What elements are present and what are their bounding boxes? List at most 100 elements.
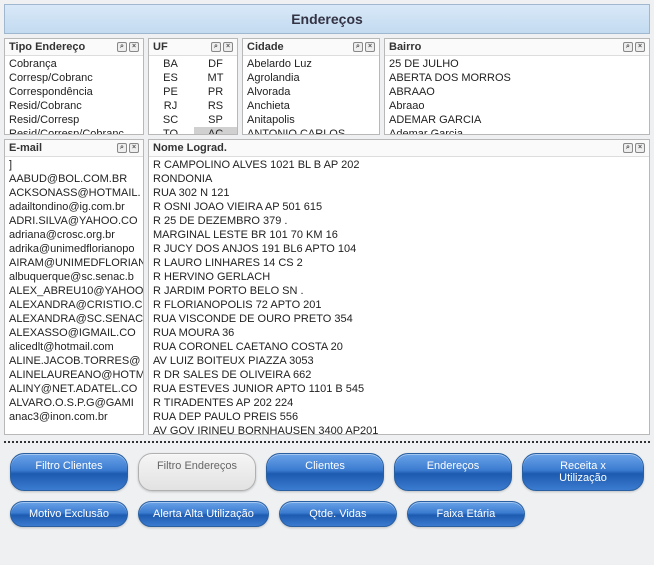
list-item[interactable]: ALEX_ABREU10@YAHOO (5, 284, 143, 298)
search-icon[interactable]: ⌕ (623, 42, 633, 52)
list-item[interactable]: R JARDIM PORTO BELO SN . (149, 284, 649, 298)
list-item[interactable]: alicedlt@hotmail.com (5, 340, 143, 354)
tipo-endereco-panel: Tipo Endereço ⌕ × CobrançaCorresp/Cobran… (4, 38, 144, 135)
list-item[interactable]: RONDONIA (149, 172, 649, 186)
list-item[interactable]: ] (5, 158, 143, 172)
list-item[interactable]: RUA DEP PAULO PREIS 556 (149, 410, 649, 424)
list-item[interactable]: R OSNI JOAO VIEIRA AP 501 615 (149, 200, 649, 214)
bairro-list[interactable]: 25 DE JULHOABERTA DOS MORROSABRAAOAbraao… (385, 56, 649, 134)
list-item[interactable]: Corresp/Cobranc (5, 71, 143, 85)
list-item[interactable]: R TIRADENTES AP 202 224 (149, 396, 649, 410)
search-icon[interactable]: ⌕ (117, 42, 127, 52)
receita-x-utiliza-o-button[interactable]: Receita x Utilização (522, 453, 644, 491)
list-item[interactable]: ES (149, 71, 192, 85)
list-item[interactable]: Cobrança (5, 57, 143, 71)
search-icon[interactable]: ⌕ (117, 143, 127, 153)
list-item[interactable]: ALEXASSO@IGMAIL.CO (5, 326, 143, 340)
list-item[interactable]: ABRAAO (385, 85, 649, 99)
filtro-clientes-button[interactable]: Filtro Clientes (10, 453, 128, 491)
list-item[interactable]: ALEXANDRA@SC.SENAC (5, 312, 143, 326)
email-list[interactable]: ]AABUD@BOL.COM.BRACKSONASS@HOTMAIL.adail… (5, 157, 143, 434)
endere-os-button[interactable]: Endereços (394, 453, 512, 491)
list-item[interactable]: SP (194, 113, 237, 127)
list-item[interactable]: ACKSONASS@HOTMAIL. (5, 186, 143, 200)
list-item[interactable]: R LAURO LINHARES 14 CS 2 (149, 256, 649, 270)
close-icon[interactable]: × (635, 42, 645, 52)
button-row-2: Motivo Exclusão Alerta Alta Utilização Qtd… (10, 501, 644, 527)
list-item[interactable]: BA (149, 57, 192, 71)
list-item[interactable]: adailtondino@ig.com.br (5, 200, 143, 214)
search-icon[interactable]: ⌕ (623, 143, 633, 153)
motivo-exclus-o-button[interactable]: Motivo Exclusão (10, 501, 128, 527)
filtro-endere-os-button[interactable]: Filtro Endereços (138, 453, 256, 491)
list-item[interactable]: ANTONIO CARLOS (243, 127, 379, 134)
list-item[interactable]: SC (149, 113, 192, 127)
list-item[interactable]: ALINY@NET.ADATEL.CO (5, 382, 143, 396)
list-item[interactable]: DF (194, 57, 237, 71)
list-item[interactable]: albuquerque@sc.senac.b (5, 270, 143, 284)
uf-list[interactable]: BAESPERJSCTOALAP DFMTPRRSSPACAMCE (149, 56, 237, 134)
list-item[interactable]: Alvorada (243, 85, 379, 99)
list-item[interactable]: R 25 DE DEZEMBRO 379 . (149, 214, 649, 228)
close-icon[interactable]: × (635, 143, 645, 153)
list-item[interactable]: R HERVINO GERLACH (149, 270, 649, 284)
alerta-alta-utiliza-o-button[interactable]: Alerta Alta Utilização (138, 501, 269, 527)
close-icon[interactable]: × (365, 42, 375, 52)
list-item[interactable]: Agrolandia (243, 71, 379, 85)
list-item[interactable]: Abraao (385, 99, 649, 113)
faixa-et-ria-button[interactable]: Faixa Etária (407, 501, 525, 527)
list-item[interactable]: Anitapolis (243, 113, 379, 127)
panel-controls: ⌕ × (353, 42, 375, 52)
logradouro-list[interactable]: R CAMPOLINO ALVES 1021 BL B AP 202RONDON… (149, 157, 649, 434)
tipo-endereco-list[interactable]: CobrançaCorresp/CobrancCorrespondênciaRe… (5, 56, 143, 134)
list-item[interactable]: adriana@crosc.org.br (5, 228, 143, 242)
list-item[interactable]: MT (194, 71, 237, 85)
list-item[interactable]: R DR SALES DE OLIVEIRA 662 (149, 368, 649, 382)
list-item[interactable]: anac3@inon.com.br (5, 410, 143, 424)
list-item[interactable]: RUA 302 N 121 (149, 186, 649, 200)
list-item[interactable]: AV LUIZ BOITEUX PIAZZA 3053 (149, 354, 649, 368)
list-item[interactable]: ALINELAUREANO@HOTM (5, 368, 143, 382)
list-item[interactable]: RJ (149, 99, 192, 113)
clientes-button[interactable]: Clientes (266, 453, 384, 491)
list-item[interactable]: RUA VISCONDE DE OURO PRETO 354 (149, 312, 649, 326)
list-item[interactable]: Correspondência (5, 85, 143, 99)
list-item[interactable]: PR (194, 85, 237, 99)
list-item[interactable]: RUA ESTEVES JUNIOR APTO 1101 B 545 (149, 382, 649, 396)
list-item[interactable]: ALEXANDRA@CRISTIO.C (5, 298, 143, 312)
list-item[interactable]: AC (194, 127, 237, 134)
list-item[interactable]: ABERTA DOS MORROS (385, 71, 649, 85)
close-icon[interactable]: × (129, 143, 139, 153)
qtde-vidas-button[interactable]: Qtde. Vidas (279, 501, 397, 527)
close-icon[interactable]: × (129, 42, 139, 52)
cidade-list[interactable]: Abelardo LuzAgrolandiaAlvoradaAnchietaAn… (243, 56, 379, 134)
list-item[interactable]: AIRAM@UNIMEDFLORIAN (5, 256, 143, 270)
list-item[interactable]: Anchieta (243, 99, 379, 113)
list-item[interactable]: 25 DE JULHO (385, 57, 649, 71)
list-item[interactable]: Resid/Corresp (5, 113, 143, 127)
list-item[interactable]: ALVARO.O.S.P.G@GAMI (5, 396, 143, 410)
list-item[interactable]: AABUD@BOL.COM.BR (5, 172, 143, 186)
list-item[interactable]: ADEMAR GARCIA (385, 113, 649, 127)
list-item[interactable]: PE (149, 85, 192, 99)
list-item[interactable]: R CAMPOLINO ALVES 1021 BL B AP 202 (149, 158, 649, 172)
list-item[interactable]: ALINE.JACOB.TORRES@ (5, 354, 143, 368)
search-icon[interactable]: ⌕ (211, 42, 221, 52)
list-item[interactable]: RUA CORONEL CAETANO COSTA 20 (149, 340, 649, 354)
list-item[interactable]: Ademar Garcia (385, 127, 649, 134)
list-item[interactable]: ADRI.SILVA@YAHOO.CO (5, 214, 143, 228)
list-item[interactable]: Abelardo Luz (243, 57, 379, 71)
list-item[interactable]: Resid/Corresp/Cobranc (5, 127, 143, 134)
list-item[interactable]: AV GOV IRINEU BORNHAUSEN 3400 AP201 (149, 424, 649, 434)
list-item[interactable]: Resid/Cobranc (5, 99, 143, 113)
list-item[interactable]: R FLORIANOPOLIS 72 APTO 201 (149, 298, 649, 312)
list-item[interactable]: TO (149, 127, 192, 134)
close-icon[interactable]: × (223, 42, 233, 52)
list-item[interactable]: MARGINAL LESTE BR 101 70 KM 16 (149, 228, 649, 242)
list-item[interactable]: adrika@unimedflorianopo (5, 242, 143, 256)
list-item[interactable]: RUA MOURA 36 (149, 326, 649, 340)
filters-row-2: E-mail ⌕ × ]AABUD@BOL.COM.BRACKSONASS@HO… (4, 139, 650, 435)
list-item[interactable]: R JUCY DOS ANJOS 191 BL6 APTO 104 (149, 242, 649, 256)
search-icon[interactable]: ⌕ (353, 42, 363, 52)
list-item[interactable]: RS (194, 99, 237, 113)
